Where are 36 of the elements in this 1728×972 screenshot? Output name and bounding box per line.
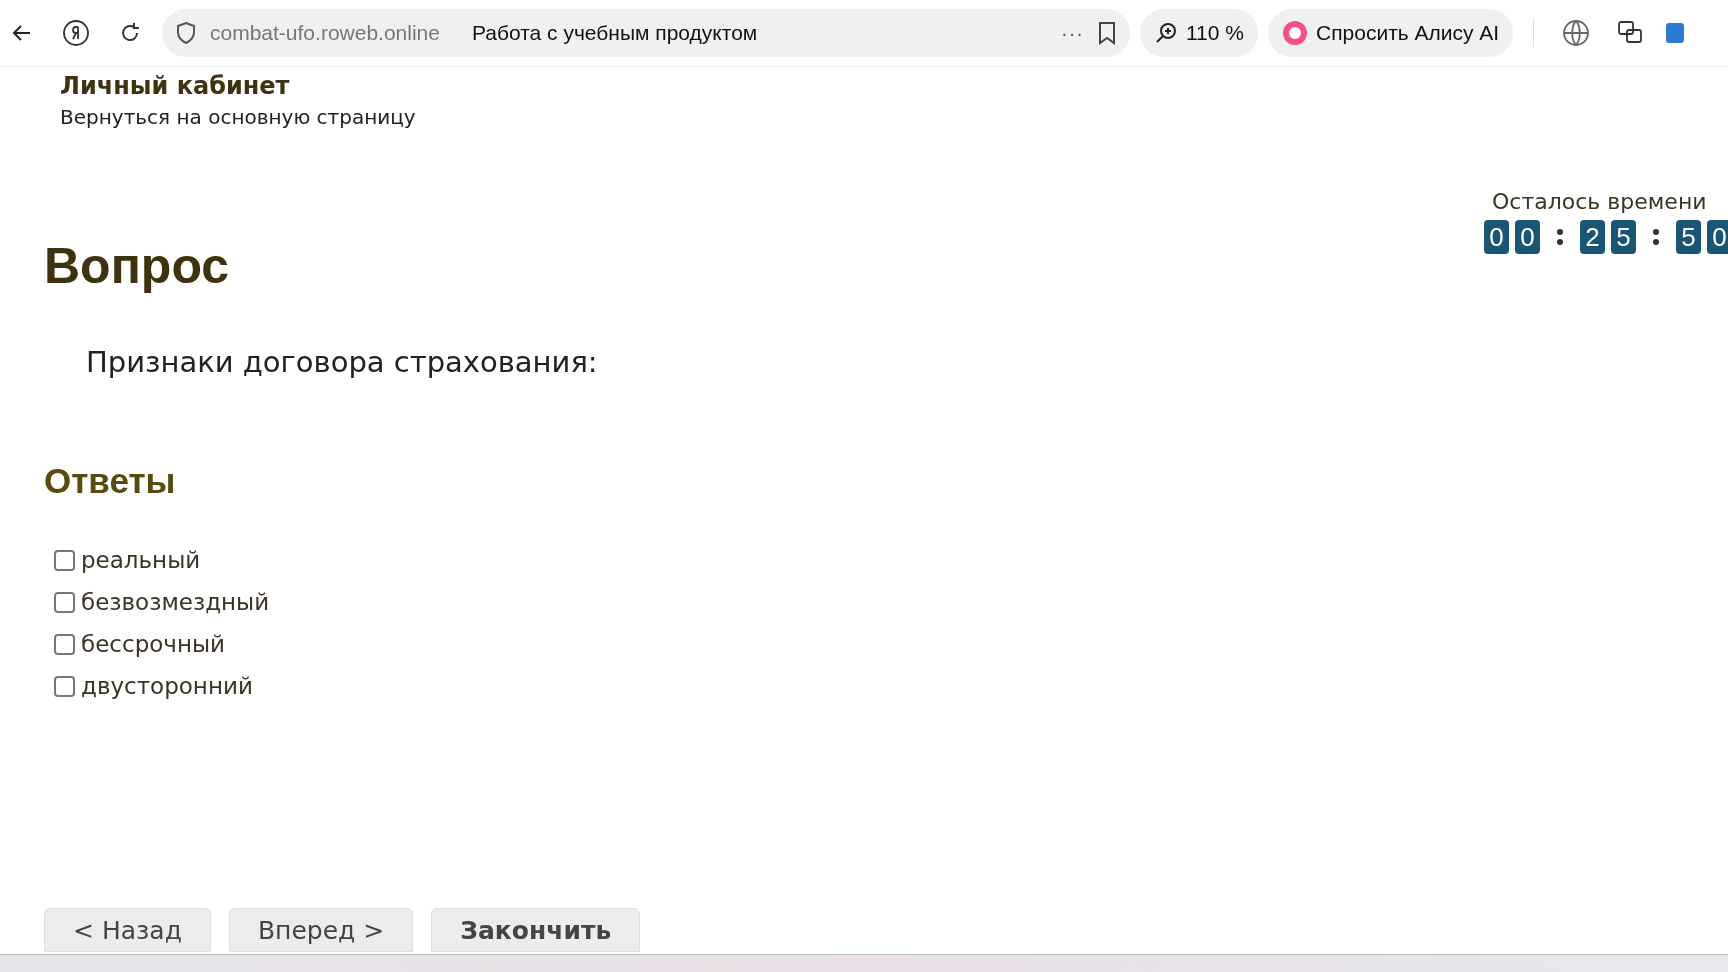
option-label: бессрочный (81, 631, 226, 657)
checkbox[interactable] (54, 675, 75, 697)
page-title: Работа с учебным продуктом (471, 21, 759, 45)
shield-icon (176, 21, 196, 45)
timer-digit: 5 (1611, 220, 1636, 254)
timer-label: Осталось времени (1492, 189, 1707, 214)
url-text: combat-ufo.roweb.online (210, 21, 440, 45)
nav-button[interactable]: Вперед > (228, 908, 414, 952)
address-bar[interactable]: combat-ufo.roweb.online Работа с учебным продуктом ··· (162, 9, 1130, 57)
question-text: Признаки договора страхования: (86, 345, 599, 379)
answers-heading: Ответы (44, 461, 177, 501)
checkbox[interactable] (54, 591, 75, 613)
cabinet-heading: Личный кабинет (60, 71, 290, 101)
finish-button[interactable]: Закончить (431, 908, 641, 952)
colon-icon (1556, 229, 1564, 245)
ring-icon (1282, 20, 1308, 46)
nav-button[interactable]: < Назад (44, 908, 211, 952)
option-label: двусторонний (81, 673, 253, 699)
timer-digit: 0 (1484, 220, 1509, 254)
option-label: реальный (81, 547, 201, 573)
bookmark-icon[interactable] (1098, 21, 1116, 45)
checkbox[interactable] (54, 549, 75, 571)
timer-digit: 0 (1707, 220, 1728, 254)
assistant-button[interactable]: Спросить Алису AI (1268, 9, 1514, 57)
more-menu[interactable]: ··· (1061, 21, 1084, 45)
option-label: безвозмездный (81, 589, 270, 615)
zoom-icon (1154, 21, 1178, 45)
logo-icon (61, 18, 91, 48)
colon-icon (1652, 229, 1660, 245)
timer-digit: 5 (1676, 220, 1701, 254)
zoom-button[interactable]: 110 % (1140, 9, 1258, 57)
question-heading: Вопрос (44, 237, 230, 295)
timer-digit: 2 (1580, 220, 1605, 254)
timer-digit: 0 (1515, 220, 1540, 254)
checkbox[interactable] (54, 633, 75, 655)
back-link[interactable]: Вернуться на основную страницу (60, 105, 416, 129)
